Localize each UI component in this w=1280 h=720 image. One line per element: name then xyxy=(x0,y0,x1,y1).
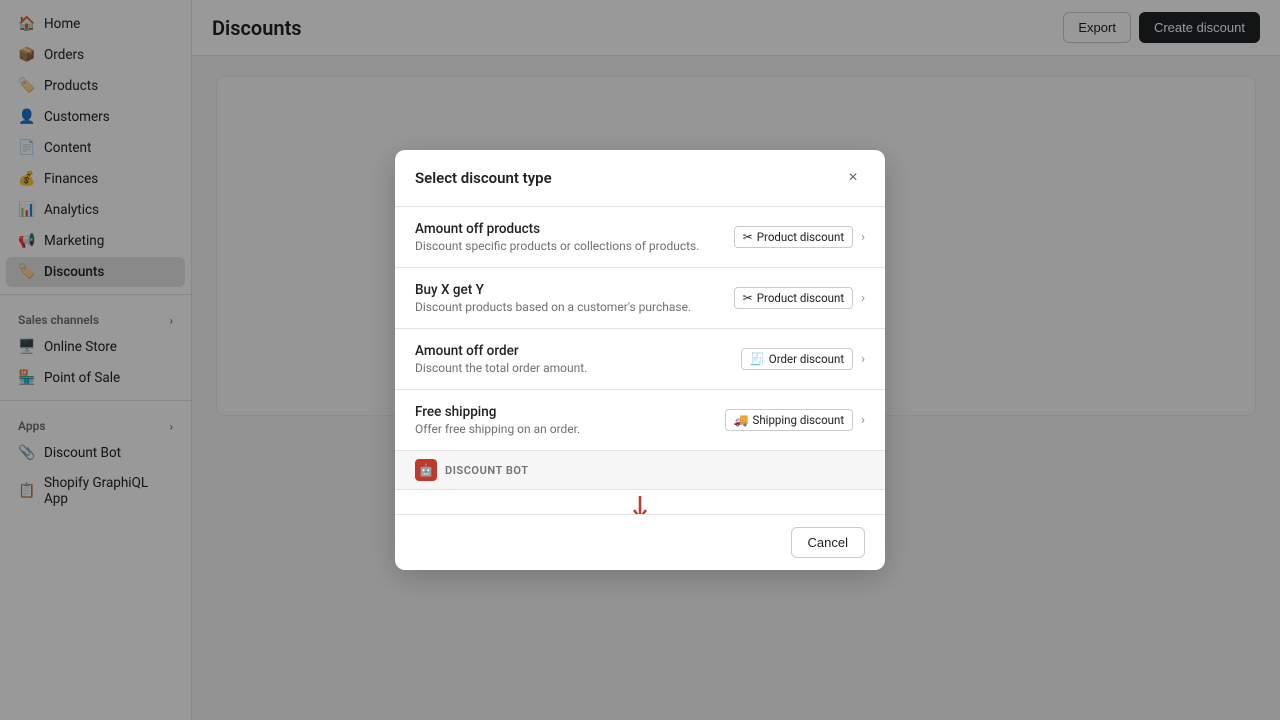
discount-bot-label: DISCOUNT BOT xyxy=(445,464,529,477)
option-desc-amount-off-order: Discount the total order amount. xyxy=(415,361,741,375)
option-text-free-shipping: Free shipping Offer free shipping on an … xyxy=(415,404,725,436)
option-text-amount-off-products: Amount off products Discount specific pr… xyxy=(415,221,734,253)
badge-icon-buy-x-get-y: ✂ xyxy=(743,291,753,305)
option-badge-buy-x-get-y: ✂ Product discount xyxy=(734,287,853,309)
badge-label-free-shipping: Shipping discount xyxy=(753,413,845,427)
discount-option-amount-off-products[interactable]: Amount off products Discount specific pr… xyxy=(395,207,885,268)
modal-title: Select discount type xyxy=(415,169,552,187)
option-badge-amount-off-order: 🧾 Order discount xyxy=(741,348,853,370)
discount-bot-icon: 🤖 xyxy=(415,459,437,481)
select-discount-modal: Select discount type × Amount off produc… xyxy=(395,150,885,570)
badge-label-amount-off-order: Order discount xyxy=(769,352,844,366)
badge-icon-free-shipping: 🚚 xyxy=(734,413,749,427)
badge-icon-amount-off-order: 🧾 xyxy=(750,352,765,366)
option-chevron-amount-off-products: › xyxy=(861,230,865,245)
modal-close-button[interactable]: × xyxy=(841,166,865,190)
option-text-amount-off-order: Amount off order Discount the total orde… xyxy=(415,343,741,375)
option-chevron-free-shipping: › xyxy=(861,413,865,428)
option-badge-free-shipping: 🚚 Shipping discount xyxy=(725,409,854,431)
option-desc-buy-x-get-y: Discount products based on a customer's … xyxy=(415,300,734,314)
option-chevron-amount-off-order: › xyxy=(861,352,865,367)
cancel-button[interactable]: Cancel xyxy=(791,527,865,558)
badge-label-buy-x-get-y: Product discount xyxy=(757,291,844,305)
discount-bot-section: 🤖 DISCOUNT BOT xyxy=(395,451,885,490)
option-title-free-shipping: Free shipping xyxy=(415,404,725,420)
option-right-free-shipping: 🚚 Shipping discount › xyxy=(725,409,865,431)
option-desc-free-shipping: Offer free shipping on an order. xyxy=(415,422,725,436)
arrow-down-container xyxy=(395,490,885,514)
arrow-down-icon xyxy=(630,494,650,514)
modal-overlay[interactable]: Select discount type × Amount off produc… xyxy=(0,0,1280,720)
modal-footer: Cancel xyxy=(395,514,885,570)
badge-icon-amount-off-products: ✂ xyxy=(743,230,753,244)
discount-option-free-shipping[interactable]: Free shipping Offer free shipping on an … xyxy=(395,390,885,451)
option-title-buy-x-get-y: Buy X get Y xyxy=(415,282,734,298)
option-right-amount-off-order: 🧾 Order discount › xyxy=(741,348,865,370)
discount-option-amount-off-order[interactable]: Amount off order Discount the total orde… xyxy=(395,329,885,390)
option-desc-amount-off-products: Discount specific products or collection… xyxy=(415,239,734,253)
option-chevron-buy-x-get-y: › xyxy=(861,291,865,306)
discount-option-buy-x-get-y[interactable]: Buy X get Y Discount products based on a… xyxy=(395,268,885,329)
option-text-buy-x-get-y: Buy X get Y Discount products based on a… xyxy=(415,282,734,314)
modal-body: Amount off products Discount specific pr… xyxy=(395,207,885,514)
option-title-amount-off-products: Amount off products xyxy=(415,221,734,237)
option-right-amount-off-products: ✂ Product discount › xyxy=(734,226,865,248)
modal-header: Select discount type × xyxy=(395,150,885,207)
badge-label-amount-off-products: Product discount xyxy=(757,230,844,244)
option-right-buy-x-get-y: ✂ Product discount › xyxy=(734,287,865,309)
option-title-amount-off-order: Amount off order xyxy=(415,343,741,359)
option-badge-amount-off-products: ✂ Product discount xyxy=(734,226,853,248)
